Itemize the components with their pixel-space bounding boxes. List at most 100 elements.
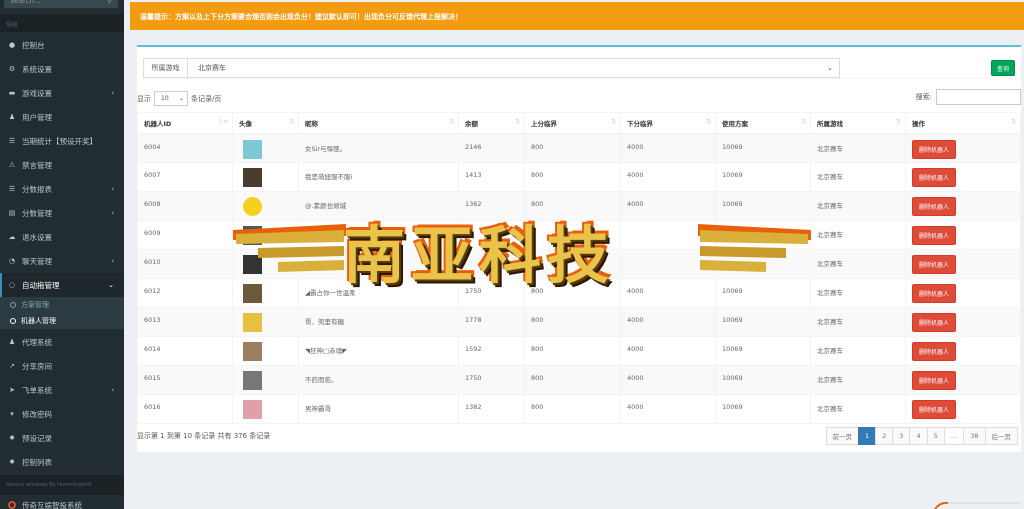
sidebar-subitem-plan-management[interactable]: 方案管理 — [0, 297, 124, 313]
sidebar-item-chat-management[interactable]: ◔ 聊天管理 ‹ — [0, 249, 124, 273]
column-header-up-threshold[interactable]: 上分临界 ⇅ — [524, 112, 621, 135]
column-header-action[interactable]: 操作 ⇅ — [905, 112, 1021, 135]
page-length-select[interactable]: 10 ⌄ — [154, 91, 188, 106]
sidebar-item-dashboard[interactable]: ● 控制台 — [0, 33, 124, 57]
delete-robot-button[interactable]: 删除机器人 — [912, 313, 957, 332]
table-row: 6016 男神霸哥 1382 800 4000 10069 北京赛车 删除机器人 — [137, 394, 1021, 424]
cell-down-threshold: 4000 — [620, 162, 716, 192]
delete-robot-button[interactable]: 删除机器人 — [912, 139, 957, 159]
balance-value: 2146 — [465, 142, 482, 151]
sidebar-item-score-management[interactable]: ▤ 分数管理 ‹ — [0, 201, 124, 225]
up-threshold-value: 800 — [531, 374, 544, 382]
column-header-id[interactable]: 机器人ID ↓≡ — [137, 112, 233, 135]
sidebar-item-agent-system[interactable]: ♟ 代理系统 — [0, 330, 124, 354]
cell-plan: 10069 — [715, 220, 811, 250]
plan-value: 10069 — [722, 200, 743, 208]
table-info: 显示第 1 到第 10 条记录 共有 376 条记录 — [137, 432, 271, 440]
cell-nickname: @.素颜也倾城 — [298, 191, 459, 221]
sidebar-item-game-settings[interactable]: ▬ 游戏设置 ‹ — [0, 81, 124, 105]
sidebar-search[interactable]: Search... ⚲ — [4, 0, 118, 8]
delete-robot-button[interactable]: 删除机器人 — [912, 197, 957, 216]
pagination-prev[interactable]: 前一页 — [825, 427, 860, 445]
column-header-balance[interactable]: 余额 ⇅ — [458, 112, 525, 135]
table-search: 搜索: — [916, 89, 1021, 105]
avatar — [243, 139, 262, 159]
up-threshold-value: 800 — [531, 345, 544, 353]
sidebar-item-rebate-settings[interactable]: ☁ 退水设置 — [0, 225, 124, 249]
sidebar-item-system-settings[interactable]: ⚙ 系统设置 — [0, 57, 124, 81]
sidebar-item-change-password[interactable]: ▾ 修改密码 — [0, 402, 124, 426]
column-header-nickname[interactable]: 昵称 ⇅ — [298, 112, 459, 135]
header-label: 使用方案 — [722, 119, 748, 128]
cell-robot-id: 6009 — [137, 220, 233, 250]
delete-robot-button[interactable]: 删除机器人 — [912, 371, 957, 390]
pagination-page[interactable]: 3 — [892, 427, 911, 445]
avatar — [243, 226, 262, 245]
sort-icon: ⇅ — [514, 117, 520, 125]
down-threshold-value: 4000 — [627, 316, 644, 324]
balance-value: 1592 — [465, 345, 482, 353]
sidebar-subitem-label: 机器人管理 — [21, 317, 56, 325]
sidebar-item-auto-bot-management[interactable]: ◌ 自动拖管理 ⌄ — [0, 273, 124, 297]
cell-balance: 1592 — [458, 336, 525, 366]
delete-robot-button[interactable]: 删除机器人 — [912, 342, 957, 361]
query-button[interactable]: 查询 — [991, 60, 1015, 76]
plan-value: 10069 — [722, 142, 743, 151]
sidebar-search-input[interactable]: Search... — [10, 0, 41, 5]
sidebar-item-label: 当期统计【预设开奖】 — [22, 136, 97, 146]
avatar — [243, 284, 262, 303]
sidebar-item-score-report[interactable]: ☰ 分数报表 ‹ — [0, 177, 124, 201]
pagination-page[interactable]: 38 — [963, 427, 986, 445]
search-label: 搜索: — [915, 93, 932, 101]
table-row: 6015 不药而愈。 1750 800 4000 10069 北京赛车 删除机器人 — [137, 365, 1021, 395]
pagination-next[interactable]: 后一页 — [984, 427, 1018, 445]
robot-id-value: 6010 — [144, 258, 161, 266]
cell-plan: 10069 — [715, 162, 811, 192]
game-value: 北京赛车 — [817, 144, 843, 153]
cell-nickname: 男神霸哥 — [298, 394, 459, 424]
pagination-page[interactable]: 4 — [909, 427, 928, 445]
search-input[interactable] — [936, 89, 1021, 105]
column-header-avatar[interactable]: 头像 ⇅ — [232, 112, 299, 135]
pagination-page[interactable]: 2 — [875, 427, 894, 445]
sidebar-item-user-management[interactable]: ♟ 用户管理 — [0, 105, 124, 129]
search-icon[interactable]: ⚲ — [107, 0, 112, 5]
cell-up-threshold: 800 — [524, 336, 621, 366]
sidebar-item-label: 修改密码 — [22, 409, 52, 419]
pagination-page[interactable]: 5 — [926, 427, 945, 445]
robot-id-value: 6009 — [144, 229, 161, 237]
robot-id-value: 6008 — [144, 200, 161, 208]
delete-robot-button[interactable]: 删除机器人 — [912, 284, 957, 303]
pagination-page[interactable]: 1 — [858, 427, 877, 445]
column-header-down-threshold[interactable]: 下分临界 ⇅ — [620, 112, 716, 135]
sidebar-item-label: 分数管理 — [22, 208, 52, 218]
delete-robot-button[interactable]: 删除机器人 — [912, 400, 957, 419]
length-prefix: 显示 — [137, 94, 151, 103]
header-label: 下分临界 — [627, 119, 653, 128]
delete-robot-button[interactable]: 删除机器人 — [912, 255, 957, 274]
cell-balance: 2146 — [458, 133, 525, 163]
sidebar-item-period-stats[interactable]: ☰ 当期统计【预设开奖】 — [0, 129, 124, 153]
cogs-icon: ⚙ — [8, 65, 16, 73]
cell-plan: 10069 — [715, 278, 811, 308]
table-row: 6010 不再甩 北京赛车 删除机器人 — [137, 249, 1021, 279]
delete-robot-button[interactable]: 删除机器人 — [912, 226, 957, 245]
cell-game: 北京赛车 — [810, 336, 906, 366]
cell-nickname: 不再甩 — [298, 249, 459, 279]
sidebar-item-fly-order-system[interactable]: ➤ 飞单系统 ‹ — [0, 378, 124, 402]
cell-robot-id: 6016 — [137, 394, 233, 424]
sidebar-item-control-list[interactable]: ✹ 控制列表 — [0, 450, 124, 474]
plan-value: 10069 — [722, 403, 743, 411]
sidebar-item-mute-management[interactable]: ⚠ 禁言管理 — [0, 153, 124, 177]
cell-avatar — [232, 394, 299, 424]
sidebar-item-preset-records[interactable]: ✹ 预设记录 — [0, 426, 124, 450]
column-header-game[interactable]: 所属游戏 ⇅ — [810, 112, 906, 135]
delete-robot-button[interactable]: 删除机器人 — [912, 168, 957, 187]
column-header-plan[interactable]: 使用方案 ⇅ — [715, 112, 811, 135]
game-filter-select[interactable]: 北京赛车 ⌄ — [187, 58, 840, 78]
nickname-value: 不再甩 — [305, 260, 325, 268]
sidebar-item-share-room[interactable]: ↗ 分享房间 — [0, 354, 124, 378]
sidebar-subitem-robot-management[interactable]: 机器人管理 — [0, 313, 124, 329]
sidebar-item-system-brand[interactable]: 传奇互娱智投系统 — [0, 495, 124, 509]
robot-id-value: 6012 — [144, 287, 161, 295]
